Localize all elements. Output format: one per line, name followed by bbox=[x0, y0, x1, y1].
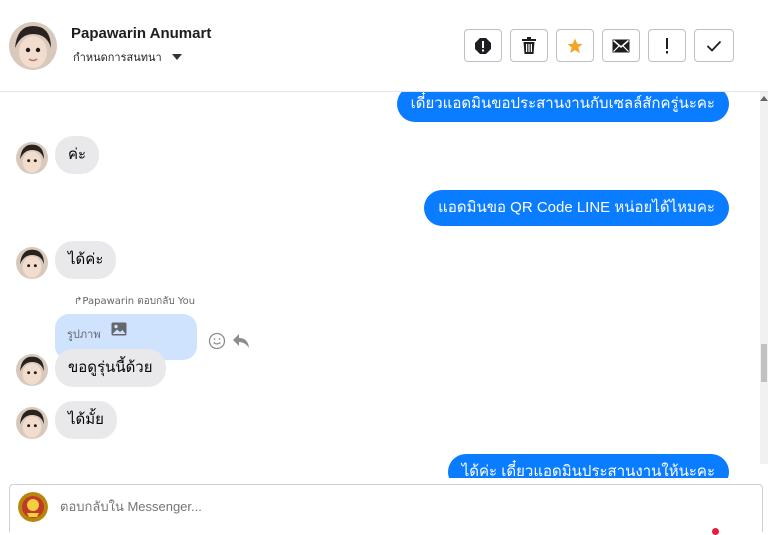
scrollbar[interactable] bbox=[760, 92, 768, 464]
alert-circle-icon bbox=[475, 37, 491, 54]
trash-icon bbox=[522, 36, 536, 54]
message-incoming[interactable]: ขอดูรุ่นนี้ด้วย bbox=[55, 349, 166, 387]
header-actions bbox=[464, 29, 734, 62]
sender-avatar[interactable] bbox=[16, 407, 48, 439]
message-outgoing[interactable]: ได้ค่ะ เดี๋ยวแอดมินประสานงานให้นะคะ bbox=[447, 454, 729, 478]
delete-button[interactable] bbox=[510, 29, 548, 62]
scroll-thumb[interactable] bbox=[761, 344, 767, 382]
star-button[interactable] bbox=[556, 29, 594, 62]
smiley-icon[interactable] bbox=[208, 332, 226, 350]
reply-composer bbox=[9, 484, 763, 532]
conversation-header: Papawarin Anumart กำหนดการสนทนา bbox=[0, 0, 768, 92]
message-incoming[interactable]: ได้มั้ย bbox=[55, 401, 117, 439]
message-actions bbox=[208, 332, 250, 350]
done-button[interactable] bbox=[694, 29, 734, 62]
quoted-text: รูปภาพ bbox=[67, 328, 101, 341]
contact-avatar[interactable] bbox=[9, 22, 57, 70]
reply-input[interactable] bbox=[58, 498, 702, 515]
message-outgoing[interactable]: แอดมินขอ QR Code LINE หน่อยได้ไหมคะ bbox=[424, 190, 729, 226]
assign-label: กำหนดการสนทนา bbox=[73, 51, 162, 64]
star-icon bbox=[567, 38, 583, 53]
envelope-icon bbox=[612, 39, 630, 52]
assign-conversation-dropdown[interactable]: กำหนดการสนทนา bbox=[73, 48, 182, 66]
spam-button[interactable] bbox=[464, 29, 502, 62]
page-avatar bbox=[18, 492, 48, 522]
sender-avatar[interactable] bbox=[16, 354, 48, 386]
message-incoming[interactable]: ค่ะ bbox=[55, 136, 100, 174]
mark-unread-button[interactable] bbox=[602, 29, 640, 62]
message-thread[interactable]: เดี๋ยวแอดมินขอประสานงานกับเซลล์สักครู่นะ… bbox=[0, 92, 760, 478]
exclamation-icon bbox=[666, 37, 668, 53]
message-outgoing[interactable]: เดี๋ยวแอดมินขอประสานงานกับเซลล์สักครู่นะ… bbox=[396, 92, 729, 122]
reply-context: ↱Papawarin ตอบกลับ You bbox=[74, 294, 195, 309]
reply-icon[interactable] bbox=[232, 333, 250, 349]
caret-down-icon bbox=[171, 54, 182, 60]
image-icon bbox=[111, 322, 127, 336]
contact-name: Papawarin Anumart bbox=[71, 25, 212, 42]
reply-context-text: Papawarin ตอบกลับ You bbox=[82, 296, 196, 307]
sender-avatar[interactable] bbox=[16, 247, 48, 279]
sender-avatar[interactable] bbox=[16, 142, 48, 174]
check-icon bbox=[706, 40, 722, 52]
scroll-up-arrow-icon[interactable] bbox=[760, 96, 768, 101]
message-incoming[interactable]: ได้ค่ะ bbox=[55, 241, 117, 279]
follow-up-button[interactable] bbox=[648, 29, 686, 62]
